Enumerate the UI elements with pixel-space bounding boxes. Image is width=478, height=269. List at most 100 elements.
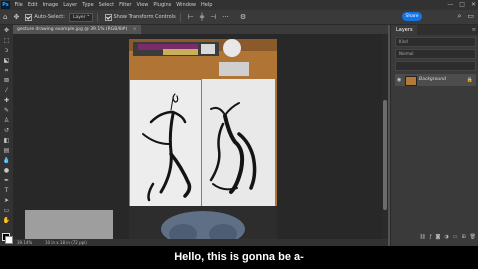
type-tool-icon[interactable]: T [2,187,11,195]
menu-select[interactable]: Select [96,2,116,8]
panel-menu-icon[interactable]: ≡ [472,25,476,35]
search-icon[interactable]: ⌕ [457,12,461,21]
dodge-tool-icon[interactable]: ● [2,167,11,175]
rectangle-tool-icon[interactable]: ▭ [2,207,11,215]
workspace-icon[interactable]: ▭ [467,12,474,21]
tab-layers[interactable]: Layers [392,25,417,35]
transform-controls-label: Show Transform Controls [113,14,176,20]
move-tool-icon[interactable]: ✥ [2,27,11,35]
fx-icon[interactable]: ƒ [430,234,432,242]
visibility-eye-icon[interactable]: ◉ [397,74,401,86]
clone-stamp-icon[interactable]: ♙ [2,117,11,125]
path-select-icon[interactable]: ➤ [2,197,11,205]
blend-mode-row[interactable]: Normal [395,49,476,59]
lock-icon: 🔒 [466,77,473,83]
layer-row-background[interactable]: ◉ Background 🔒 [395,74,476,86]
history-brush-icon[interactable]: ↺ [2,127,11,135]
window-controls: — □ ✕ [447,1,476,8]
share-button[interactable]: Share [402,12,422,21]
document-tab[interactable]: gesture drawing example.jpg @ 39.1% (RGB… [13,25,141,34]
auto-select-checkbox[interactable] [25,13,33,21]
frame-tool-icon[interactable]: ⊠ [2,77,11,85]
minimize-icon[interactable]: — [447,1,453,8]
align-center-icon[interactable]: ╪ [200,13,204,21]
add-mask-icon[interactable]: ◙ [435,234,440,242]
document-tab-title: gesture drawing example.jpg @ 39.1% (RGB… [17,27,128,32]
layer-thumbnail [405,76,417,86]
eraser-tool-icon[interactable]: ◧ [2,137,11,145]
status-bar: 39.14% 10 in x 18 in (72 ppi) [13,239,388,246]
kind-filter[interactable]: Kind [399,39,408,44]
background-color-swatch[interactable] [5,236,13,244]
settings-gear-icon[interactable]: ⚙ [240,13,246,21]
menu-image[interactable]: Image [40,2,61,8]
document-size: 10 in x 18 in (72 ppi) [45,240,87,245]
align-right-icon[interactable]: ⊣ [210,13,216,21]
link-layers-icon[interactable]: ⛓ [419,234,425,242]
scroll-thumb[interactable] [383,100,387,210]
crop-tool-icon[interactable]: ⌗ [2,67,11,75]
move-tool-icon[interactable]: ✥ [13,13,19,21]
home-icon[interactable]: ⌂ [3,13,7,21]
layer-name: Background [419,77,446,82]
document-tab-bar: gesture drawing example.jpg @ 39.1% (RGB… [13,25,388,34]
menu-plugins[interactable]: Plugins [151,2,174,8]
align-left-icon[interactable]: ⊢ [188,13,194,21]
zoom-level[interactable]: 39.14% [17,239,32,246]
menu-view[interactable]: View [134,2,151,8]
tools-panel: ✥ ⬚ ↄ ⬕ ⌗ ⊠ ⁄ ✚ ✎ ♙ ↺ ◧ ▤ 💧 ● ✒ T ➤ ▭ ✋ [0,25,13,246]
menu-window[interactable]: Window [174,2,199,8]
healing-brush-icon[interactable]: ✚ [2,97,11,105]
transform-controls-checkbox[interactable] [104,13,112,21]
lock-row [395,61,476,71]
canvas-area[interactable] [13,34,388,239]
right-sheet [202,79,275,206]
divider [96,12,98,22]
divider [179,12,181,22]
menu-type[interactable]: Type [80,2,96,8]
pen-tool-icon[interactable]: ✒ [2,177,11,185]
adjustment-layer-icon[interactable]: ◑ [444,234,448,242]
layers-footer: ⛓ ƒ ◙ ◑ ▭ ⊞ 🗑 [392,234,478,242]
brush-tool-icon[interactable]: ✎ [2,107,11,115]
more-options-icon[interactable]: ··· [222,13,229,21]
eraser [201,44,215,54]
maximize-icon[interactable]: □ [459,1,465,8]
hand-tool-icon[interactable]: ✋ [2,217,11,225]
photoshop-window: Ps File Edit Image Layer Type Select Fil… [0,0,478,246]
canvas-image [129,39,277,239]
layers-panel: Layers ≡ Kind Normal ◉ Background 🔒 ⛓ ƒ … [392,25,478,246]
close-tab-icon[interactable]: × [133,27,137,32]
blur-tool-icon[interactable]: 💧 [2,157,11,165]
options-right-icons: ⌕ ▭ [457,12,474,21]
new-group-icon[interactable]: ▭ [453,234,458,242]
right-panels: Layers ≡ Kind Normal ◉ Background 🔒 ⛓ ƒ … [390,25,478,246]
trash-icon[interactable]: 🗑 [470,234,476,242]
menu-filter[interactable]: Filter [117,2,134,8]
panel-tabs: Layers ≡ [392,25,478,35]
menu-help[interactable]: Help [199,2,215,8]
cup [223,39,241,57]
pencils [163,49,198,55]
menu-edit[interactable]: Edit [25,2,40,8]
close-window-icon[interactable]: ✕ [471,1,476,8]
menu-file[interactable]: File [12,2,25,8]
layer-filter-row[interactable]: Kind [395,37,476,47]
new-layer-icon[interactable]: ⊞ [461,234,465,242]
marquee-tool-icon[interactable]: ⬚ [2,37,11,45]
blend-mode-dropdown[interactable]: Normal [399,51,413,56]
eyedropper-tool-icon[interactable]: ⁄ [2,87,11,95]
lasso-tool-icon[interactable]: ↄ [2,47,11,55]
auto-select-dropdown[interactable]: Layer [68,12,93,22]
video-caption: Hello, this is gonna be a- [0,246,478,269]
auto-select-label: Auto-Select: [34,14,65,20]
vertical-scrollbar[interactable] [382,34,388,239]
gradient-tool-icon[interactable]: ▤ [2,147,11,155]
menu-bar: Ps File Edit Image Layer Type Select Fil… [0,0,478,10]
phone [219,62,249,76]
object-select-tool-icon[interactable]: ⬕ [2,57,11,65]
navigator-preview [25,210,113,239]
menu-layer[interactable]: Layer [61,2,80,8]
options-bar: ⌂ ✥ Auto-Select: Layer Show Transform Co… [0,10,478,25]
photoshop-logo: Ps [1,1,10,9]
